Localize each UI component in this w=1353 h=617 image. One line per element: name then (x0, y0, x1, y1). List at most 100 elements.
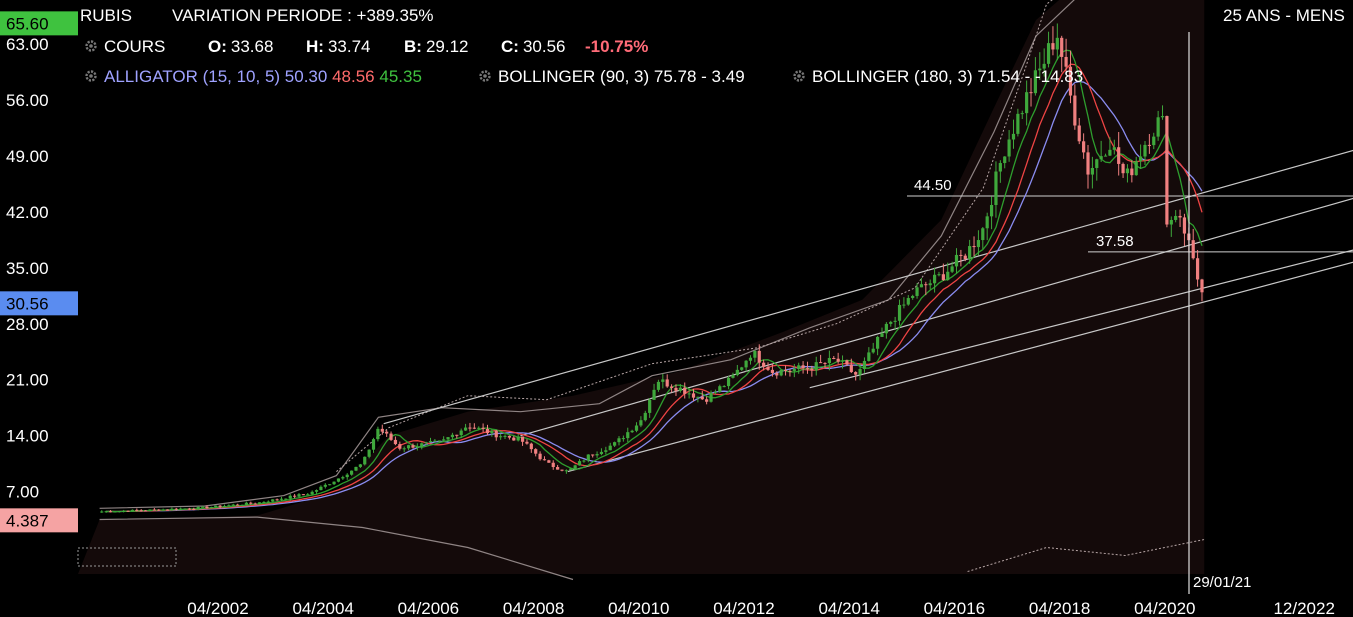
candle-body (1121, 163, 1125, 174)
gear-icon[interactable] (792, 69, 806, 83)
gear-icon[interactable] (478, 69, 492, 83)
candle-body (968, 246, 972, 260)
bollinger180-label: BOLLINGER (180, 3) (812, 67, 973, 86)
candle-body (293, 495, 297, 497)
candle-body (643, 412, 647, 421)
candle-body (972, 246, 976, 248)
candle-body (446, 437, 450, 440)
candle-body (928, 283, 932, 286)
candle-body (630, 430, 634, 433)
candle-body (656, 381, 661, 390)
candle-body (941, 274, 945, 281)
candle-body (279, 498, 284, 500)
candle-body (867, 352, 871, 361)
cours-legend: COURS (84, 37, 165, 57)
candle-body (380, 428, 384, 432)
candle-body (564, 470, 568, 472)
candle-body (288, 495, 292, 499)
candle-body (345, 474, 349, 478)
x-tick-label: 04/2014 (818, 599, 879, 617)
candle-body (507, 435, 512, 438)
candle-body (586, 454, 590, 461)
candle-body (411, 445, 415, 448)
variation-periode: VARIATION PERIODE : +389.35% (172, 6, 434, 25)
candle-body (1016, 113, 1020, 134)
candle-body (437, 440, 441, 442)
candle-body (954, 254, 959, 267)
candle-body (691, 393, 696, 398)
x-tick-label: 04/2012 (713, 599, 774, 617)
candle-body (148, 509, 152, 511)
candle-body (560, 469, 564, 471)
candle-body (932, 274, 937, 284)
candle-body (1108, 149, 1112, 156)
candle-body (1064, 56, 1068, 67)
candle-body (1134, 161, 1138, 176)
candle-body (275, 499, 279, 501)
candle-body (569, 468, 573, 471)
candle-body (122, 510, 126, 512)
last-price-badge: 30.56 (6, 294, 49, 313)
candle-body (516, 436, 520, 441)
candle-body (669, 386, 674, 388)
price-chart[interactable]: 44.5037.5829/01/2170.0063.0056.0049.0042… (0, 0, 1353, 617)
cursor-date: 29/01/21 (1193, 574, 1251, 591)
candle-body (1195, 258, 1200, 280)
candle-body (108, 511, 113, 513)
candle-body (157, 509, 161, 511)
candle-body (950, 266, 954, 272)
period-selector[interactable]: 25 ANS - MENS (1223, 6, 1345, 26)
candle-body (161, 509, 165, 511)
candle-body (753, 350, 757, 358)
candle-body (306, 494, 310, 496)
candle-body (310, 491, 314, 495)
candle-body (1029, 92, 1033, 94)
candle-body (998, 163, 1002, 172)
candle-body (937, 274, 941, 276)
candle-body (801, 365, 805, 369)
candle-body (363, 456, 367, 465)
y-tick-label: 49.00 (6, 147, 49, 166)
candle-body (240, 504, 244, 506)
candle-body (1055, 37, 1059, 50)
candle-body (1077, 125, 1081, 142)
candle-body (665, 379, 669, 387)
candle-body (266, 501, 270, 503)
candle-body (249, 502, 253, 504)
candle-body (1112, 147, 1116, 150)
bollinger180-values: 71.54 - -14.83 (977, 67, 1084, 86)
candle-body (661, 379, 665, 382)
candle-body (613, 442, 617, 446)
candle-body (463, 427, 468, 431)
candle-body (301, 494, 305, 496)
y-tick-label: 21.00 (6, 371, 49, 390)
candle-body (981, 228, 985, 241)
x-tick-label: 04/2018 (1029, 599, 1090, 617)
candle-body (1165, 116, 1169, 225)
candle-body (341, 477, 345, 479)
candle-body (244, 502, 249, 505)
alligator-label: ALLIGATOR (15, 10, 5) (104, 67, 281, 86)
candle-body (126, 510, 130, 512)
candle-body (1011, 133, 1016, 140)
candle-body (376, 428, 380, 440)
candle-body (209, 507, 213, 509)
candle-body (994, 171, 998, 205)
candle-body (231, 504, 235, 506)
candle-body (389, 433, 393, 440)
candle-body (884, 323, 888, 334)
candle-body (880, 333, 884, 337)
candle-body (735, 369, 739, 376)
gear-icon[interactable] (84, 39, 98, 53)
candle-body (893, 320, 897, 322)
candle-body (481, 427, 485, 429)
candle-body (1046, 43, 1051, 64)
candle-body (402, 448, 406, 450)
candle-body (1125, 168, 1130, 174)
candle-body (604, 450, 608, 452)
candle-body (551, 462, 555, 468)
low-price-badge: 4.387 (6, 511, 49, 530)
candle-body (1200, 279, 1204, 293)
gear-icon[interactable] (84, 69, 98, 83)
high-label: H: (306, 37, 324, 56)
